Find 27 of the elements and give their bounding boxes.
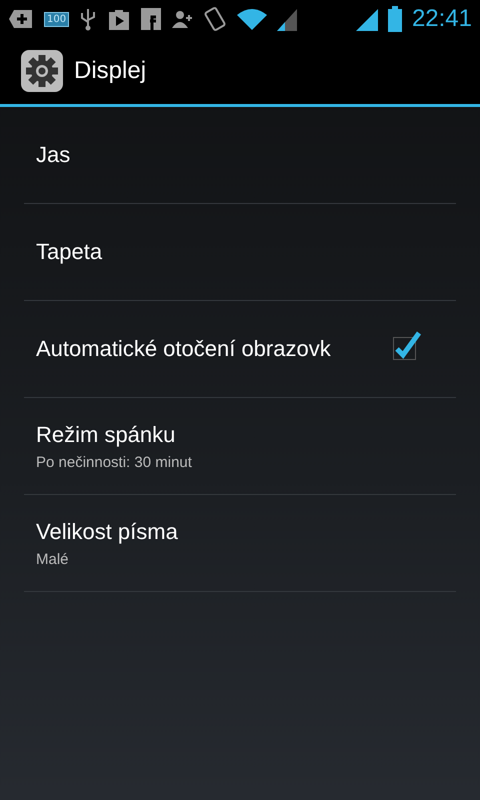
item-title: Automatické otočení obrazovk <box>36 336 332 362</box>
play-store-icon <box>107 7 132 31</box>
item-summary: Malé <box>36 550 70 568</box>
rotation-icon <box>203 5 228 33</box>
item-title: Režim spánku <box>36 422 176 448</box>
settings-item[interactable]: Jas <box>24 107 456 204</box>
checkbox[interactable] <box>392 329 422 361</box>
settings-item[interactable]: Automatické otočení obrazovk <box>24 301 456 398</box>
settings-icon[interactable] <box>20 49 64 93</box>
signal-icon <box>277 7 298 31</box>
clock-time: 22:41 <box>412 5 472 33</box>
settings-item[interactable]: Velikost písma Malé <box>24 495 456 592</box>
item-title: Jas <box>36 142 72 168</box>
facebook-icon <box>141 8 162 30</box>
item-title: Velikost písma <box>36 518 179 544</box>
screen-title: Displej <box>74 57 146 85</box>
settings-item[interactable]: Režim spánku Po nečinnosti: 30 minut <box>24 398 456 495</box>
item-title: Tapeta <box>36 239 104 265</box>
signal-icon <box>356 7 378 31</box>
add-contact-icon <box>171 8 194 30</box>
battery-icon <box>388 6 402 32</box>
wifi-icon <box>237 7 268 31</box>
add-notification-icon <box>8 8 34 30</box>
item-summary: Po nečinnosti: 30 minut <box>36 454 193 470</box>
settings-item[interactable]: Tapeta <box>24 204 456 301</box>
notification-badge: 100 <box>44 12 70 26</box>
usb-icon <box>79 7 98 31</box>
